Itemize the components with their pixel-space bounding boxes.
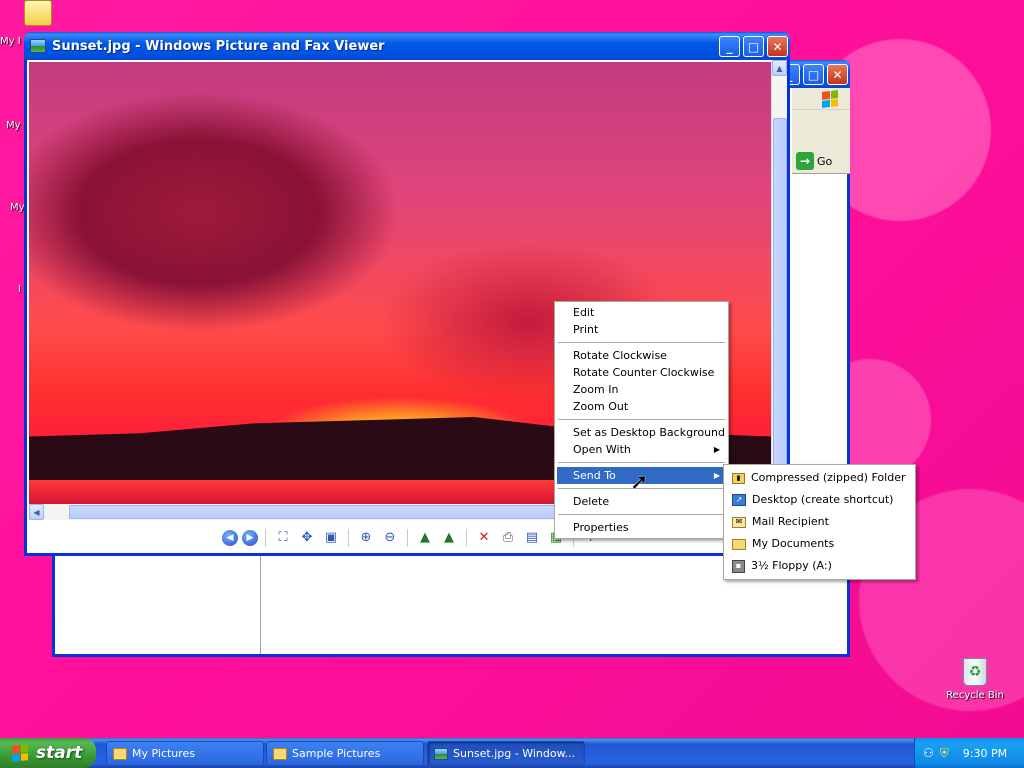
folder-icon — [273, 747, 287, 760]
menu-separator — [558, 514, 725, 515]
go-arrow-icon: → — [796, 152, 814, 170]
send-to-floppy[interactable]: ▪ 3½ Floppy (A:) — [726, 555, 913, 577]
menu-item-properties[interactable]: Properties — [557, 519, 726, 536]
go-label: Go — [817, 154, 833, 168]
windows-logo-icon — [819, 87, 841, 111]
go-button[interactable]: → Go — [796, 152, 832, 170]
network-icon[interactable]: ⚇ — [923, 746, 934, 760]
send-to-desktop-shortcut[interactable]: ↗ Desktop (create shortcut) — [726, 489, 913, 511]
submenu-arrow-icon: ▶ — [713, 471, 720, 480]
submenu-arrow-icon: ▶ — [713, 445, 720, 454]
windows-logo-icon — [10, 742, 30, 764]
minimize-button[interactable]: _ — [719, 36, 740, 57]
save-icon[interactable]: ▤ — [522, 528, 542, 548]
send-to-my-documents[interactable]: My Documents — [726, 533, 913, 555]
start-label: start — [36, 743, 83, 763]
clock[interactable]: 9:30 PM — [963, 747, 1007, 760]
zoom-in-icon[interactable]: ⊕ — [356, 528, 376, 548]
zip-folder-icon: ▮ — [732, 472, 745, 484]
scroll-left-button[interactable]: ◀ — [29, 504, 44, 520]
menu-item-set-desktop-background[interactable]: Set as Desktop Background — [557, 424, 726, 441]
recycle-bin-icon: ♻ — [963, 658, 987, 686]
delete-icon[interactable]: ✕ — [474, 528, 494, 548]
scroll-up-button[interactable]: ▲ — [772, 60, 787, 76]
desktop-icon-label: Recycle Bin — [946, 690, 1004, 701]
next-image-icon[interactable]: ▶ — [242, 529, 258, 546]
menu-item-label: My Documents — [752, 537, 835, 550]
toolbar-separator — [407, 528, 408, 547]
send-to-submenu: ▮ Compressed (zipped) Folder ↗ Desktop (… — [723, 464, 916, 580]
taskbar: start My Pictures Sample Pictures Sunset… — [0, 738, 1024, 768]
desktop-icon: ↗ — [732, 494, 746, 506]
desktop-icon-label: My — [6, 120, 21, 131]
actual-size-icon[interactable]: ✥ — [297, 528, 317, 548]
menu-item-rotate-counter-clockwise[interactable]: Rotate Counter Clockwise — [557, 364, 726, 381]
explorer-toolbar — [792, 88, 850, 110]
send-to-mail-recipient[interactable]: ✉ Mail Recipient — [726, 511, 913, 533]
close-button[interactable]: ✕ — [767, 36, 788, 57]
context-menu: Edit Print Rotate Clockwise Rotate Count… — [554, 301, 729, 539]
floppy-icon: ▪ — [732, 559, 745, 573]
system-tray: ⚇ ⛨ 9:30 PM — [914, 738, 1024, 768]
taskbar-item-label: Sunset.jpg - Window... — [453, 747, 576, 760]
explorer-address-bar: → Go — [792, 110, 850, 174]
menu-item-zoom-in[interactable]: Zoom In — [557, 381, 726, 398]
close-button[interactable]: ✕ — [827, 64, 848, 85]
maximize-button[interactable]: □ — [743, 36, 764, 57]
desktop-icon-label: My — [10, 202, 25, 213]
mouse-cursor-icon: ➚ — [630, 470, 649, 495]
folder-icon — [24, 0, 52, 26]
rotate-clockwise-icon[interactable]: ▲ — [415, 528, 435, 548]
vertical-scrollbar[interactable]: ▲ — [771, 60, 787, 504]
menu-item-label: Open With — [573, 443, 631, 456]
print-icon[interactable]: ⎙ — [498, 528, 518, 548]
taskbar-item-sample-pictures[interactable]: Sample Pictures — [266, 741, 424, 766]
best-fit-icon[interactable]: ⛶ — [273, 528, 293, 548]
start-button[interactable]: start — [0, 738, 96, 768]
folder-icon — [113, 747, 127, 760]
slideshow-icon[interactable]: ▣ — [321, 528, 341, 548]
vertical-scroll-thumb[interactable] — [773, 118, 787, 488]
toolbar-separator — [466, 528, 467, 547]
menu-separator — [558, 342, 725, 343]
rotate-counterclockwise-icon[interactable]: ▲ — [439, 528, 459, 548]
menu-separator — [558, 462, 725, 463]
menu-item-label: Send To — [573, 469, 616, 482]
security-alert-icon[interactable]: ⛨ — [940, 746, 949, 761]
taskbar-item-label: Sample Pictures — [292, 747, 381, 760]
maximize-button[interactable]: □ — [803, 64, 824, 85]
menu-item-delete[interactable]: Delete — [557, 493, 726, 510]
window-title: Sunset.jpg - Windows Picture and Fax Vie… — [52, 38, 385, 54]
menu-item-label: Compressed (zipped) Folder — [751, 471, 906, 484]
menu-item-rotate-clockwise[interactable]: Rotate Clockwise — [557, 347, 726, 364]
zoom-out-icon[interactable]: ⊖ — [380, 528, 400, 548]
image-app-icon — [434, 747, 448, 760]
folder-icon — [732, 538, 746, 550]
toolbar-separator — [348, 528, 349, 547]
send-to-compressed-folder[interactable]: ▮ Compressed (zipped) Folder — [726, 467, 913, 489]
taskbar-item-label: My Pictures — [132, 747, 196, 760]
desktop-icon-my-computer[interactable]: My — [6, 120, 21, 131]
menu-item-label: Mail Recipient — [752, 515, 829, 528]
desktop-icon-label: I — [18, 284, 21, 295]
menu-separator — [558, 419, 725, 420]
toolbar-separator — [265, 528, 266, 547]
taskbar-item-my-pictures[interactable]: My Pictures — [106, 741, 264, 766]
menu-item-label: Desktop (create shortcut) — [752, 493, 894, 506]
viewer-titlebar[interactable]: Sunset.jpg - Windows Picture and Fax Vie… — [24, 32, 790, 60]
desktop-icon-my-network[interactable]: My — [10, 202, 25, 213]
menu-item-print[interactable]: Print — [557, 321, 726, 338]
previous-image-icon[interactable]: ◀ — [222, 529, 238, 546]
menu-item-label: 3½ Floppy (A:) — [751, 559, 832, 572]
menu-item-edit[interactable]: Edit — [557, 304, 726, 321]
menu-item-open-with[interactable]: Open With ▶ — [557, 441, 726, 458]
desktop-icon-recycle-bin[interactable]: ♻ Recycle Bin — [944, 658, 1006, 701]
desktop-icon-internet[interactable]: I — [18, 284, 21, 295]
mail-icon: ✉ — [732, 516, 746, 528]
taskbar-item-sunset-viewer[interactable]: Sunset.jpg - Window... — [427, 741, 585, 766]
menu-item-zoom-out[interactable]: Zoom Out — [557, 398, 726, 415]
image-app-icon — [30, 39, 46, 53]
